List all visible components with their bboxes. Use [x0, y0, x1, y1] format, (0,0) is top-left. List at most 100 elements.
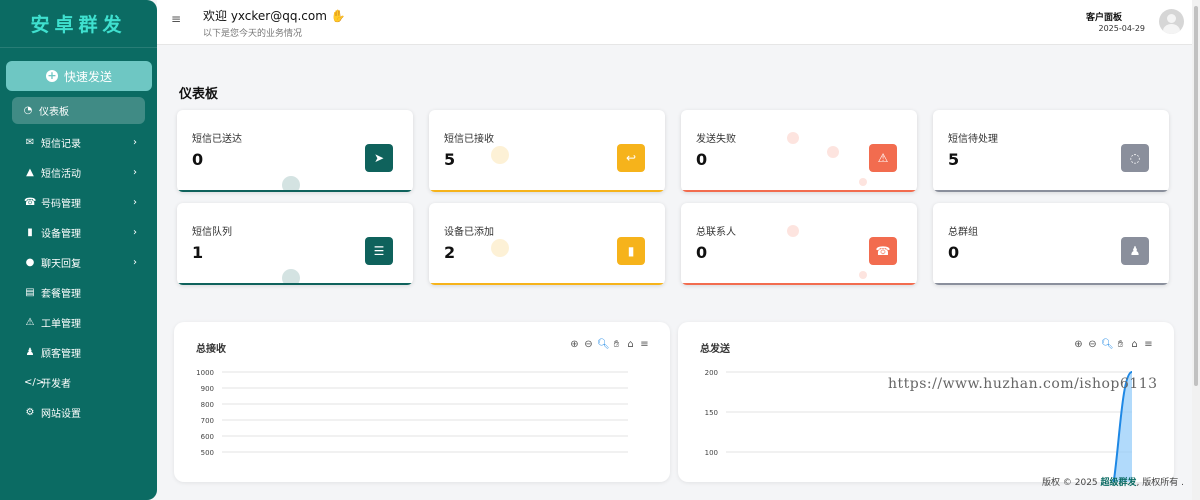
stat-accent-bar: [933, 190, 1169, 192]
zoom-select-icon[interactable]: 🔍︎: [597, 339, 610, 350]
sidebar: 安卓群发 + 快速发送 ◔ 仪表板 ✉ 短信记录 › ▲ 短信活动 › ☎ 号码管理 › ▮ 设备管理 ›…: [0, 0, 157, 500]
pan-hand-icon[interactable]: ✋︎: [611, 339, 622, 350]
sidebar-item-8[interactable]: ⚠ 工单管理: [0, 307, 157, 337]
stat-card[interactable]: 设备已添加 2 ▮: [429, 203, 665, 285]
avatar-head: [1167, 14, 1176, 23]
phone-icon: ☎: [24, 196, 37, 208]
chat-icon: ●: [25, 256, 35, 268]
phone-icon: ☎: [869, 237, 897, 265]
home-reset-icon[interactable]: ⌂: [1129, 339, 1140, 350]
zoom-in-icon[interactable]: ⊕: [569, 339, 580, 350]
sidebar-item-5[interactable]: ▮ 设备管理 ›: [0, 217, 157, 247]
sidebar-item-9[interactable]: ♟ 顾客管理: [0, 337, 157, 367]
watermark-text: https://www.huzhan.com/ishop6113: [888, 376, 1158, 392]
spinner-icon: ◌: [1121, 144, 1149, 172]
page-scrollbar[interactable]: [1192, 0, 1200, 500]
stat-label: 总联系人: [696, 227, 736, 238]
chevron-right-icon: ›: [133, 256, 137, 268]
y-tick-label: 800: [201, 401, 214, 409]
plus-icon: +: [45, 69, 58, 82]
stat-accent-bar: [681, 190, 917, 192]
stat-value: 5: [948, 150, 960, 169]
stat-accent-bar: [177, 190, 413, 192]
footer-brand-link[interactable]: 超级群发: [1101, 478, 1137, 488]
sidebar-item-7[interactable]: ▤ 套餐管理: [0, 277, 157, 307]
chevron-right-icon: ›: [133, 226, 137, 238]
decorative-dot: [827, 146, 839, 158]
y-tick-label: 100: [705, 449, 718, 457]
home-reset-icon[interactable]: ⌂: [625, 339, 636, 350]
menu-toggle-icon[interactable]: ≡: [171, 12, 181, 26]
alert-icon: ⚠: [869, 144, 897, 172]
mobile-icon: ▮: [27, 226, 33, 238]
current-date: 2025-04-29: [1098, 24, 1146, 33]
chart-menu-icon[interactable]: ≡: [639, 339, 650, 350]
stat-value: 0: [696, 150, 708, 169]
scrollbar-thumb[interactable]: [1194, 6, 1198, 386]
decorative-dot: [787, 132, 799, 144]
stat-label: 总群组: [948, 227, 978, 238]
sidebar-item-label: 顾客管理: [41, 348, 81, 360]
zoom-select-icon[interactable]: 🔍︎: [1101, 339, 1114, 350]
stat-value: 0: [948, 243, 960, 262]
mobile-icon: ▮: [617, 237, 645, 265]
chevron-right-icon: ›: [133, 196, 137, 208]
stat-card[interactable]: 总群组 0 ♟: [933, 203, 1169, 285]
sidebar-item-label: 短信活动: [41, 168, 81, 180]
send-icon: ➤: [365, 144, 393, 172]
chart-title: 总接收: [196, 344, 226, 355]
top-header: ≡ 欢迎 yxcker@qq.com ✋ 以下是您今天的业务情况 客户面板 20…: [157, 0, 1200, 45]
decorative-dot: [859, 178, 867, 186]
decorative-dot: [491, 239, 509, 257]
stat-card[interactable]: 总联系人 0 ☎: [681, 203, 917, 285]
flask-icon: ▲: [26, 166, 34, 178]
user-avatar[interactable]: [1159, 9, 1184, 34]
stat-label: 短信已接收: [444, 134, 494, 145]
chevron-right-icon: ›: [133, 166, 137, 178]
dashboard-icon: ◔: [23, 105, 33, 116]
stat-value: 2: [444, 243, 456, 262]
stat-card[interactable]: 短信已接收 5 ↩: [429, 110, 665, 192]
sidebar-item-11[interactable]: ⚙ 网站设置: [0, 397, 157, 427]
chart-toolbar: ⊕ ⊖ 🔍︎ ✋︎ ⌂ ≡: [1073, 339, 1154, 350]
avatar-body: [1163, 24, 1180, 34]
quick-send-label: 快速发送: [63, 69, 112, 84]
chevron-right-icon: ›: [133, 136, 137, 148]
pan-hand-icon[interactable]: ✋︎: [1115, 339, 1126, 350]
sidebar-menu: ◔ 仪表板 ✉ 短信记录 › ▲ 短信活动 › ☎ 号码管理 › ▮ 设备管理 › ● 聊天回复 › ▤ 套餐管理 ⚠…: [0, 96, 157, 427]
stat-value: 0: [696, 243, 708, 262]
y-tick-label: 500: [201, 449, 214, 457]
sidebar-item-4[interactable]: ☎ 号码管理 ›: [0, 187, 157, 217]
stat-card[interactable]: 短信已送达 0 ➤: [177, 110, 413, 192]
file-icon: ▤: [25, 286, 35, 298]
code-icon: </>: [24, 376, 45, 388]
zoom-out-icon[interactable]: ⊖: [583, 339, 594, 350]
sidebar-item-10[interactable]: </> 开发者: [0, 367, 157, 397]
sidebar-item-6[interactable]: ● 聊天回复 ›: [0, 247, 157, 277]
chart-panel-received: 总接收 ⊕ ⊖ 🔍︎ ✋︎ ⌂ ≡ 1000 900 800 700 600 500: [174, 322, 670, 482]
envelope-icon: ✉: [25, 136, 35, 148]
sidebar-item-label: 网站设置: [41, 408, 81, 420]
zoom-in-icon[interactable]: ⊕: [1073, 339, 1084, 350]
chart-panel-sent: 总发送 ⊕ ⊖ 🔍︎ ✋︎ ⌂ ≡ 200 150 100: [678, 322, 1174, 482]
decorative-dot: [787, 225, 799, 237]
quick-send-button[interactable]: + 快速发送: [6, 61, 152, 91]
stat-value: 5: [444, 150, 456, 169]
chart-toolbar: ⊕ ⊖ 🔍︎ ✋︎ ⌂ ≡: [569, 339, 650, 350]
chart-menu-icon[interactable]: ≡: [1143, 339, 1154, 350]
stat-card[interactable]: 短信待处理 5 ◌: [933, 110, 1169, 192]
stat-card[interactable]: 发送失败 0 ⚠: [681, 110, 917, 192]
sidebar-item-2[interactable]: ✉ 短信记录 ›: [0, 127, 157, 157]
sidebar-item-3[interactable]: ▲ 短信活动 ›: [0, 157, 157, 187]
brand-logo[interactable]: 安卓群发: [0, 0, 157, 48]
y-tick-label: 900: [201, 385, 214, 393]
y-tick-label: 200: [705, 369, 718, 377]
warning-icon: ⚠: [25, 316, 35, 328]
stat-card[interactable]: 短信队列 1 ☰: [177, 203, 413, 285]
stat-accent-bar: [933, 283, 1169, 285]
stat-label: 短信已送达: [192, 134, 242, 145]
stat-label: 设备已添加: [444, 227, 494, 238]
sidebar-item-1[interactable]: ◔ 仪表板: [12, 97, 145, 124]
zoom-out-icon[interactable]: ⊖: [1087, 339, 1098, 350]
sidebar-item-label: 聊天回复: [41, 258, 81, 270]
